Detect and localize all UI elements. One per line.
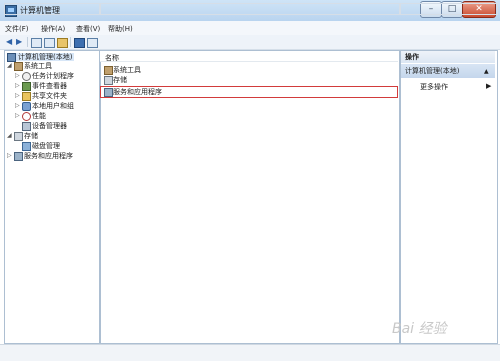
- tree-item-event-viewer[interactable]: 事件查看器: [32, 82, 67, 90]
- shared-folders-icon: [22, 92, 31, 101]
- menu-action[interactable]: 操作(A): [41, 24, 65, 34]
- show-hide-tree-icon[interactable]: [44, 38, 55, 48]
- services-icon: [14, 152, 23, 161]
- expand-icon[interactable]: ▷: [15, 112, 20, 120]
- properties-icon[interactable]: [87, 38, 98, 48]
- toolbar-divider: [70, 37, 71, 47]
- menu-view[interactable]: 查看(V): [76, 24, 100, 34]
- event-viewer-icon: [22, 82, 31, 91]
- expand-icon[interactable]: ▷: [7, 152, 12, 160]
- collapse-section-icon[interactable]: ▲: [484, 68, 489, 75]
- tree-item-storage[interactable]: 存储: [24, 132, 38, 140]
- list-column-header[interactable]: 名称: [100, 51, 398, 62]
- collapse-icon[interactable]: ◢: [7, 62, 12, 70]
- selection-highlight: [100, 86, 398, 98]
- list-item[interactable]: 系统工具: [113, 66, 141, 74]
- tree-item-task-scheduler[interactable]: 任务计划程序: [32, 72, 74, 80]
- expand-icon[interactable]: ▷: [15, 82, 20, 90]
- export-list-icon[interactable]: [57, 38, 68, 48]
- expand-icon[interactable]: ▷: [15, 92, 20, 100]
- back-icon[interactable]: ◀: [6, 37, 12, 46]
- up-level-icon[interactable]: [31, 38, 42, 48]
- tree-item-performance[interactable]: 性能: [32, 112, 46, 120]
- device-manager-icon: [22, 122, 31, 131]
- storage-icon: [104, 76, 113, 85]
- tree-item-device-manager[interactable]: 设备管理器: [32, 122, 67, 130]
- disk-management-icon: [22, 142, 31, 151]
- expand-icon[interactable]: ▷: [15, 102, 20, 110]
- actions-pane: [400, 50, 498, 344]
- computer-icon: [7, 53, 16, 62]
- status-bar: [0, 344, 500, 361]
- list-item[interactable]: 存储: [113, 76, 127, 84]
- help-icon[interactable]: [74, 38, 85, 48]
- status-cell: [100, 3, 400, 15]
- menu-help[interactable]: 帮助(H): [108, 24, 133, 34]
- column-name[interactable]: 名称: [105, 53, 119, 63]
- more-actions[interactable]: 更多操作: [420, 82, 448, 92]
- tree-item-services-apps[interactable]: 服务和应用程序: [24, 152, 73, 160]
- tree-item-local-users[interactable]: 本地用户和组: [32, 102, 74, 110]
- users-icon: [22, 102, 31, 111]
- performance-icon: [22, 112, 31, 121]
- menu-bar: [0, 21, 500, 35]
- toolbar-divider: [27, 37, 28, 47]
- storage-icon: [14, 132, 23, 141]
- system-tools-icon: [104, 66, 113, 75]
- actions-title: 操作: [401, 51, 495, 63]
- tree-item-system-tools[interactable]: 系统工具: [24, 62, 52, 70]
- system-tools-icon: [14, 62, 23, 71]
- status-cell: [400, 3, 498, 15]
- tree-item-shared-folders[interactable]: 共享文件夹: [32, 92, 67, 100]
- task-scheduler-icon: [22, 72, 31, 81]
- collapse-icon[interactable]: ◢: [7, 132, 12, 140]
- menu-file[interactable]: 文件(F): [5, 24, 29, 34]
- watermark: Bai 经验: [392, 321, 447, 337]
- submenu-arrow-icon: ▶: [486, 82, 492, 90]
- forward-icon[interactable]: ▶: [16, 37, 22, 46]
- status-cell: [4, 3, 100, 15]
- actions-section[interactable]: 计算机管理(本地): [401, 64, 495, 78]
- tree-item-disk-management[interactable]: 磁盘管理: [32, 142, 60, 150]
- tree-root[interactable]: 计算机管理(本地): [16, 53, 75, 61]
- expand-icon[interactable]: ▷: [15, 72, 20, 80]
